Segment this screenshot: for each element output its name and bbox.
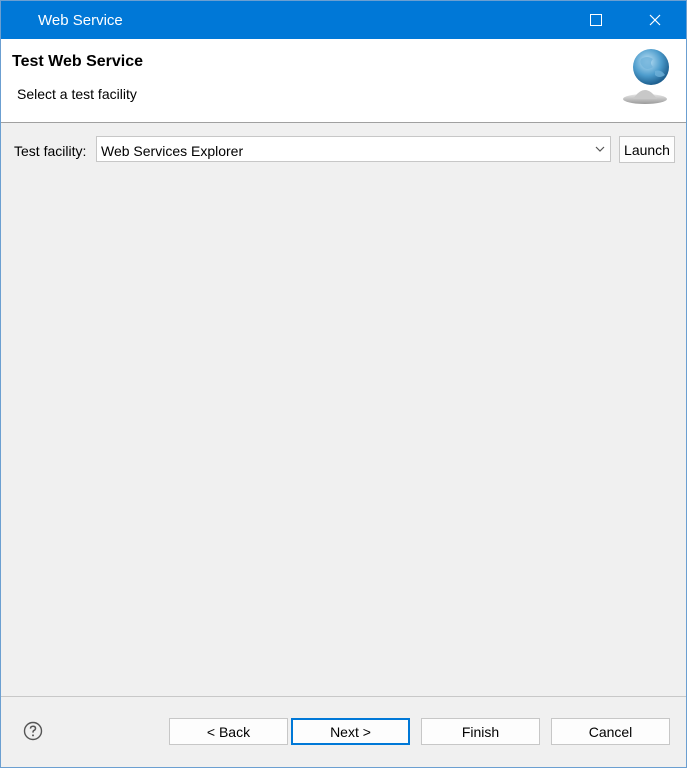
close-button[interactable] bbox=[632, 1, 678, 39]
globe-wizard-icon bbox=[623, 49, 669, 104]
window-title: Web Service bbox=[38, 12, 123, 29]
title-bar[interactable]: Web Service bbox=[1, 1, 686, 39]
next-button[interactable]: Next > bbox=[291, 718, 410, 745]
page-subtitle: Select a test facility bbox=[17, 86, 137, 102]
facility-selected-value: Web Services Explorer bbox=[101, 143, 244, 159]
back-button[interactable]: < Back bbox=[169, 718, 288, 745]
question-mark-icon[interactable] bbox=[23, 721, 43, 741]
close-icon bbox=[649, 14, 661, 26]
cancel-button[interactable]: Cancel bbox=[551, 718, 670, 745]
facility-dropdown[interactable]: Web Services Explorer bbox=[96, 136, 611, 162]
facility-label: Test facility: bbox=[14, 143, 87, 159]
launch-button[interactable]: Launch bbox=[619, 136, 675, 163]
chevron-down-icon bbox=[595, 146, 605, 152]
footer-divider bbox=[1, 696, 686, 697]
maximize-button[interactable] bbox=[573, 1, 619, 39]
maximize-icon bbox=[590, 14, 602, 26]
facility-row: Test facility: Web Services Explorer Lau… bbox=[1, 135, 686, 165]
page-title: Test Web Service bbox=[12, 53, 144, 70]
finish-button[interactable]: Finish bbox=[421, 718, 540, 745]
wizard-header: Test Web Service Select a test facility bbox=[1, 39, 686, 123]
web-service-dialog: Web Service Test Web Service Select a te… bbox=[0, 0, 687, 768]
